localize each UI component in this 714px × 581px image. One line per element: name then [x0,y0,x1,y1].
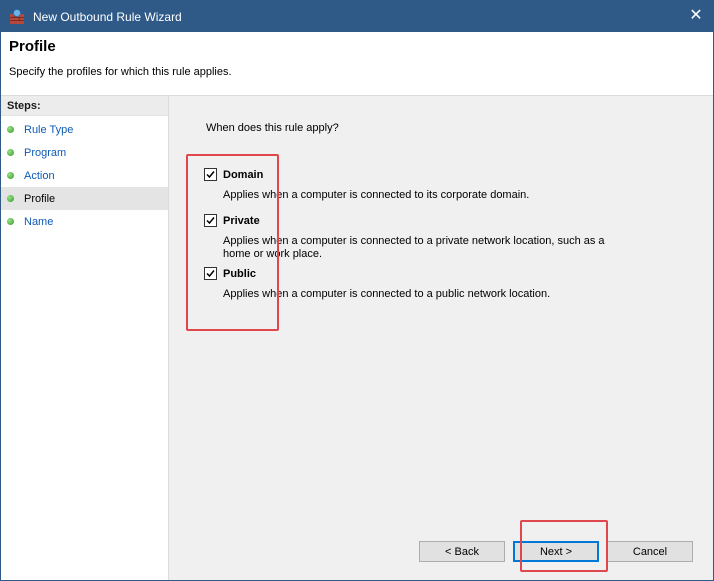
step-bullet-icon [7,195,14,202]
sidebar-item-name[interactable]: Name [1,210,168,233]
page-header: Profile Specify the profiles for which t… [1,32,713,96]
sidebar-item-label: Rule Type [24,123,74,136]
sidebar-item-label: Name [24,215,54,228]
close-button[interactable]: ✕ [687,7,705,25]
main-content: When does this rule apply? Domain Applie… [170,96,713,580]
sidebar-item-program[interactable]: Program [1,141,168,164]
step-bullet-icon [7,218,14,225]
cancel-button[interactable]: Cancel [607,541,693,562]
window-title: New Outbound Rule Wizard [33,9,182,24]
domain-description: Applies when a computer is connected to … [223,189,530,201]
public-description: Applies when a computer is connected to … [223,288,551,300]
steps-heading: Steps: [1,96,168,116]
sidebar-item-rule-type[interactable]: Rule Type [1,118,168,141]
page-description: Specify the profiles for which this rule… [9,66,232,78]
sidebar-item-label: Program [24,146,67,159]
sidebar-item-label: Profile [24,192,56,205]
wizard-window: New Outbound Rule Wizard ✕ Profile Speci… [0,0,714,581]
question-label: When does this rule apply? [206,122,339,134]
firewall-icon [9,8,25,25]
next-highlight-box [520,520,608,572]
title-bar: New Outbound Rule Wizard ✕ [1,1,713,32]
wizard-body: Steps: Rule Type Program Action Profile … [1,96,713,580]
sidebar-item-action[interactable]: Action [1,164,168,187]
step-bullet-icon [7,126,14,133]
back-button[interactable]: < Back [419,541,505,562]
page-title: Profile [9,38,56,55]
step-bullet-icon [7,172,14,179]
steps-sidebar: Steps: Rule Type Program Action Profile … [1,96,169,580]
step-bullet-icon [7,149,14,156]
private-description: Applies when a computer is connected to … [223,235,605,260]
sidebar-item-profile[interactable]: Profile [1,187,168,210]
checkbox-highlight-box [186,154,279,331]
sidebar-item-label: Action [24,169,55,182]
